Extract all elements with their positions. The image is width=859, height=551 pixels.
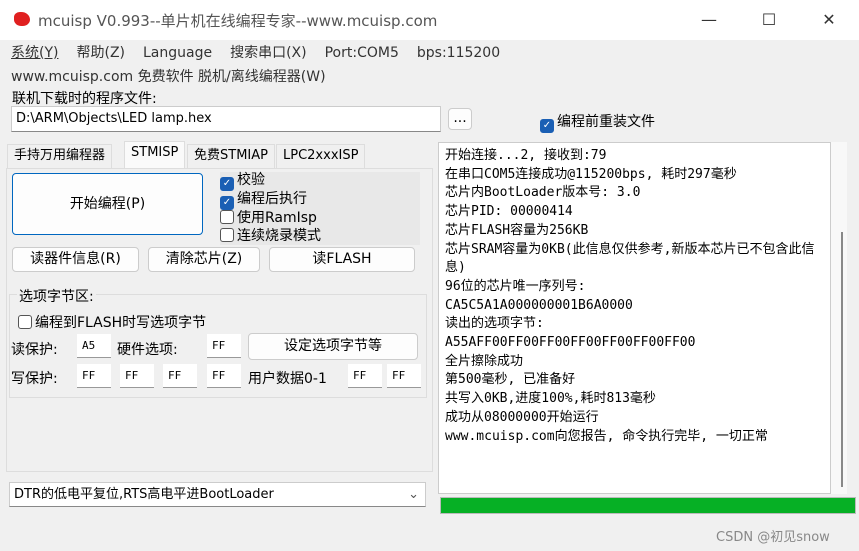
checkbox-icon: ✓ — [540, 119, 554, 133]
start-program-button[interactable]: 开始编程(P) — [12, 173, 203, 235]
options-group: ✓ 校验 ✓ 编程后执行 使用RamIsp 连续烧录模式 — [220, 172, 420, 245]
hw-option-input[interactable]: FF — [207, 334, 241, 358]
checkbox-icon: ✓ — [220, 177, 234, 191]
checkbox-icon — [18, 315, 32, 329]
tab-stmiap[interactable]: 免费STMIAP — [187, 144, 275, 168]
checkbox-icon — [220, 227, 234, 242]
log-scrollbar[interactable] — [831, 142, 847, 494]
maximize-button[interactable]: ☐ — [749, 6, 789, 34]
file-label: 联机下载时的程序文件: — [12, 91, 157, 107]
log-output[interactable]: 开始连接...2, 接收到:79 在串口COM5连接成功@115200bps, … — [438, 142, 831, 494]
progress-fill — [441, 498, 855, 513]
minimize-button[interactable]: — — [689, 6, 729, 34]
boot-mode-select[interactable]: DTR的低电平复位,RTS高电平进BootLoader ⌄ — [9, 482, 426, 507]
menu-language[interactable]: Language — [143, 45, 212, 61]
option-label: 编程后执行 — [237, 191, 307, 207]
reload-label: 编程前重装文件 — [557, 114, 655, 130]
checkbox-icon — [220, 210, 234, 224]
user-data-label: 用户数据0-1 — [248, 371, 327, 387]
progress-bar — [440, 497, 856, 514]
reload-checkbox[interactable]: ✓ 编程前重装文件 — [540, 111, 655, 133]
write-protect-input[interactable]: FF — [207, 364, 241, 388]
menu-bar: 系统(Y) 帮助(Z) Language 搜索串口(X) Port:COM5 bps:11… — [11, 42, 518, 62]
option-ramisp[interactable]: 使用RamIsp — [220, 210, 420, 228]
option-verify[interactable]: ✓ 校验 — [220, 172, 420, 191]
checkbox-icon: ✓ — [220, 196, 234, 210]
window-title: mcuisp V0.993--单片机在线编程专家--www.mcuisp.com — [38, 12, 438, 30]
option-continuous[interactable]: 连续烧录模式 — [220, 227, 420, 246]
menu-port[interactable]: Port:COM5 — [325, 45, 399, 61]
chevron-down-icon: ⌄ — [408, 487, 419, 502]
option-bytes-title: 选项字节区: — [17, 286, 96, 306]
menu-help[interactable]: 帮助(Z) — [76, 45, 125, 61]
option-label: 使用RamIsp — [237, 210, 317, 226]
app-logo-icon — [14, 12, 30, 26]
option-label: 校验 — [237, 172, 265, 188]
erase-chip-button[interactable]: 清除芯片(Z) — [148, 247, 260, 272]
menu-offline[interactable]: www.mcuisp.com 免费软件 脱机/离线编程器(W) — [11, 66, 326, 86]
watermark: CSDN @初见snow — [716, 530, 830, 545]
read-info-button[interactable]: 读器件信息(R) — [12, 247, 139, 272]
menu-system[interactable]: 系统(Y) — [11, 45, 58, 61]
read-protect-label: 读保护: — [11, 342, 58, 358]
set-option-button[interactable]: 设定选项字节等 — [248, 333, 418, 360]
tab-lpc[interactable]: LPC2xxxISP — [276, 144, 366, 168]
browse-button[interactable]: ... — [448, 108, 472, 130]
write-protect-input[interactable]: FF — [77, 364, 111, 388]
tab-stmisp[interactable]: STMISP — [124, 141, 186, 168]
scrollbar-thumb[interactable] — [841, 232, 843, 487]
file-path-input[interactable]: D:\ARM\Objects\LED lamp.hex — [11, 106, 441, 132]
write-option-checkbox[interactable]: 编程到FLASH时写选项字节 — [18, 312, 206, 332]
menu-bps[interactable]: bps:115200 — [417, 45, 500, 61]
read-flash-button[interactable]: 读FLASH — [269, 247, 415, 272]
menu-search-port[interactable]: 搜索串口(X) — [230, 45, 307, 61]
user-data-input[interactable]: FF — [387, 364, 421, 388]
read-protect-input[interactable]: A5 — [77, 334, 111, 358]
boot-mode-value: DTR的低电平复位,RTS高电平进BootLoader — [14, 487, 274, 502]
hw-option-label: 硬件选项: — [117, 342, 178, 358]
write-option-label: 编程到FLASH时写选项字节 — [35, 315, 207, 331]
write-protect-input[interactable]: FF — [120, 364, 154, 388]
option-run-after[interactable]: ✓ 编程后执行 — [220, 191, 420, 210]
write-protect-input[interactable]: FF — [163, 364, 197, 388]
write-protect-label: 写保护: — [11, 371, 58, 387]
option-label: 连续烧录模式 — [237, 227, 321, 244]
close-button[interactable]: ✕ — [809, 6, 849, 34]
tab-handheld[interactable]: 手持万用编程器 — [7, 144, 113, 168]
user-data-input[interactable]: FF — [348, 364, 382, 388]
title-bar: mcuisp V0.993--单片机在线编程专家--www.mcuisp.com… — [0, 0, 859, 40]
